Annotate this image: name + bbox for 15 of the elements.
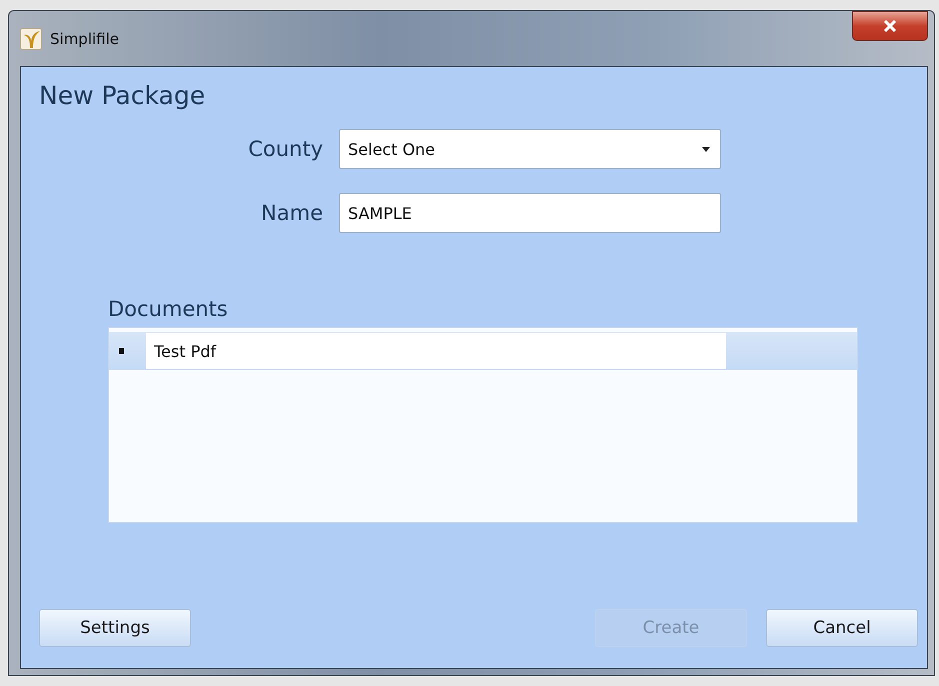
close-button[interactable] <box>852 11 928 41</box>
name-field[interactable]: SAMPLE <box>339 193 721 233</box>
sprout-icon <box>20 28 42 50</box>
bullet-icon <box>119 348 124 354</box>
dialog-button[interactable]: Cancel <box>766 609 918 647</box>
documents-label: Documents <box>108 297 229 323</box>
dialog-button[interactable]: Settings <box>39 609 191 647</box>
document-item[interactable]: Test Pdf <box>109 332 857 370</box>
county-dropdown[interactable]: Select One <box>339 129 721 169</box>
close-icon <box>883 20 897 32</box>
field-label: County <box>247 137 324 161</box>
dialog-heading: New Package <box>39 81 206 112</box>
window-title: Simplifile <box>50 30 120 48</box>
caret-icon <box>702 146 710 152</box>
field-label: Name <box>260 201 324 225</box>
